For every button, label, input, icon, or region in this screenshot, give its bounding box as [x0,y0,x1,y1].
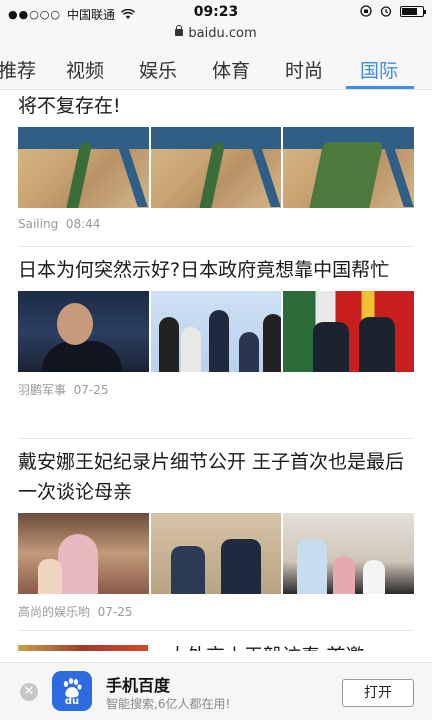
open-app-button[interactable]: 打开 [342,679,414,707]
tab-recommend[interactable]: 推荐 [0,56,36,83]
news-item[interactable]: 戴安娜王妃纪录片细节公开 王子首次也是最后一次谈论母亲 高尚的娱乐哟 07-25 [18,447,415,620]
news-thumbnail[interactable] [150,513,282,594]
battery-icon [400,5,426,17]
alarm-icon [380,6,392,17]
news-item[interactable]: 将不复存在! Sailing 08:44 [18,91,415,231]
news-time: 07-25 [73,383,109,397]
category-tabs: 推荐 视频 娱乐 体育 时尚 国际 [0,46,432,90]
news-item[interactable]: 日本为何突然示好?日本政府竟想靠中国帮忙 羽鹏军事 07-25 [18,255,415,398]
divider [18,246,414,247]
divider [18,630,414,631]
active-tab-indicator [346,86,414,89]
status-bar: ●●○○○ 中国联通 09:23 [0,0,432,26]
news-thumbnail[interactable] [18,645,148,651]
app-icon-text: du [64,696,80,707]
news-thumbnail[interactable] [283,513,415,594]
baidu-app-icon: du [52,671,92,711]
news-source: 高尚的娱乐哟 [18,605,91,619]
tab-sports[interactable]: 体育 [212,56,250,83]
tab-video[interactable]: 视频 [66,56,104,83]
news-source: Sailing [18,217,59,231]
divider [18,438,414,439]
tab-entertainment[interactable]: 娱乐 [139,56,177,83]
close-icon[interactable]: ✕ [20,683,38,701]
news-source: 羽鹏军事 [18,383,67,397]
news-thumbnail[interactable] [283,127,415,208]
tab-international[interactable]: 国际 [360,56,398,83]
news-thumbnail[interactable] [18,513,149,594]
news-thumbnail[interactable] [283,291,415,372]
news-time: 08:44 [65,217,101,231]
lock-icon [175,25,184,36]
news-title[interactable]: 大外交丨王毅访泰:首邀 [168,641,414,651]
news-thumbnail[interactable] [150,127,282,208]
tab-fashion[interactable]: 时尚 [285,56,323,83]
news-thumbnail[interactable] [18,127,149,208]
news-thumbnail[interactable] [150,291,282,372]
news-title[interactable]: 将不复存在! [18,91,414,121]
news-title[interactable]: 戴安娜王妃纪录片细节公开 王子首次也是最后一次谈论母亲 [18,447,414,507]
url-domain: baidu.com [188,26,257,41]
news-thumbnail[interactable] [18,291,149,372]
orientation-lock-icon [360,5,372,17]
news-feed[interactable]: 将不复存在! Sailing 08:44 日本为何突然示好?日本政府竟想靠中国帮… [0,91,432,651]
news-title[interactable]: 日本为何突然示好?日本政府竟想靠中国帮忙 [18,255,414,285]
app-subtitle: 智能搜索,6亿人都在用! [106,697,231,711]
news-time: 07-25 [97,605,133,619]
url-bar[interactable]: baidu.com [0,25,432,46]
app-download-banner: ✕ du 手机百度 智能搜索,6亿人都在用! 打开 [0,662,432,720]
app-name: 手机百度 [106,676,171,695]
